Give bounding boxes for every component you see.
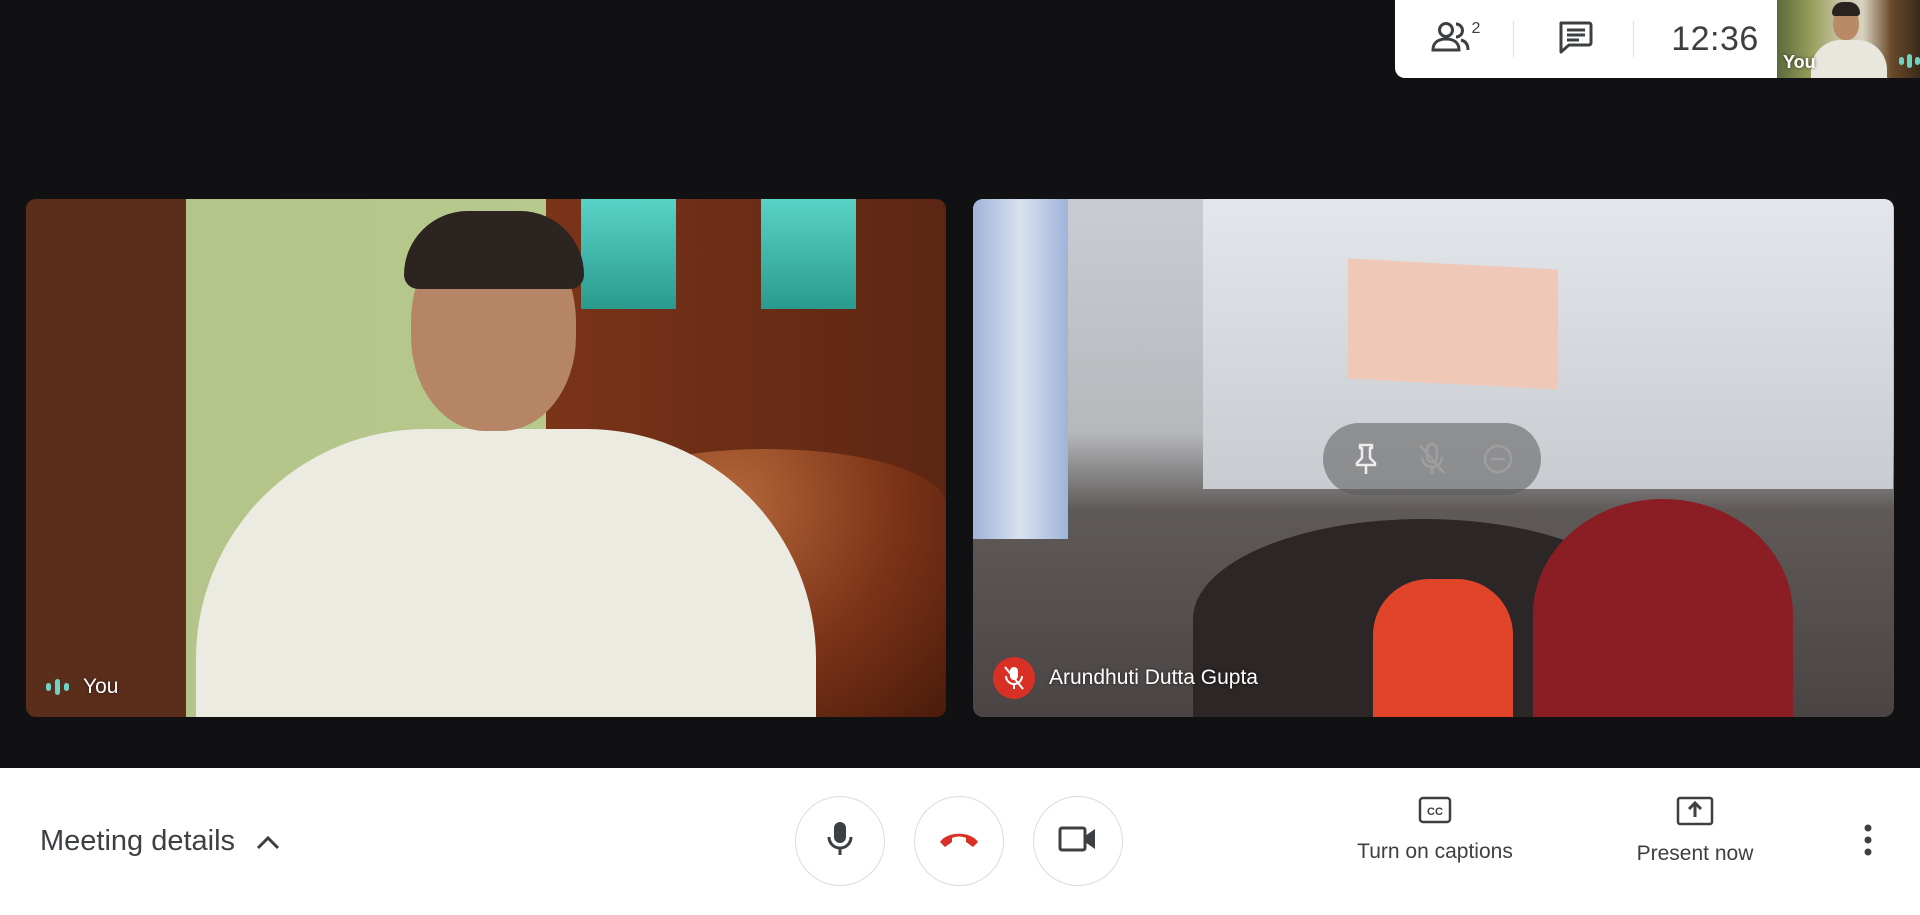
present-now-button[interactable]: Present now bbox=[1620, 796, 1770, 886]
leave-call-button[interactable] bbox=[914, 796, 1004, 886]
speaking-indicator-icon bbox=[46, 679, 69, 695]
background-window bbox=[761, 199, 856, 309]
more-options-button[interactable] bbox=[1853, 812, 1883, 872]
self-view-label: You bbox=[1783, 52, 1816, 72]
meeting-info-bar: 2 12:36 bbox=[1395, 0, 1777, 78]
mic-off-icon bbox=[993, 657, 1035, 699]
meeting-details-button[interactable]: Meeting details bbox=[40, 768, 281, 915]
background-people bbox=[1533, 499, 1793, 717]
video-tile-self[interactable]: You bbox=[26, 199, 946, 717]
participant-hair bbox=[404, 211, 584, 289]
chevron-up-icon bbox=[255, 825, 281, 858]
meeting-details-label: Meeting details bbox=[40, 825, 236, 857]
self-thumbnail-hair bbox=[1832, 2, 1860, 16]
speaking-indicator-icon bbox=[1899, 54, 1920, 68]
participants-button[interactable]: 2 bbox=[1425, 0, 1485, 78]
tile-name: You bbox=[83, 675, 119, 698]
meeting-clock: 12:36 bbox=[1671, 19, 1759, 58]
background-people bbox=[1373, 579, 1513, 717]
svg-text:CC: CC bbox=[1427, 806, 1443, 818]
more-vert-icon bbox=[1863, 823, 1873, 862]
microphone-button[interactable] bbox=[795, 796, 885, 886]
self-view-thumbnail[interactable]: You bbox=[1777, 0, 1920, 78]
chat-icon bbox=[1557, 20, 1593, 59]
people-icon bbox=[1431, 20, 1471, 59]
camera-icon bbox=[1058, 825, 1098, 858]
participants-count: 2 bbox=[1471, 20, 1481, 37]
self-thumbnail-body bbox=[1811, 40, 1887, 78]
mic-icon bbox=[825, 820, 855, 863]
tile-name-chip: Arundhuti Dutta Gupta bbox=[993, 657, 1258, 699]
background-window bbox=[581, 199, 676, 309]
captions-label: Turn on captions bbox=[1357, 840, 1513, 863]
captions-icon: CC bbox=[1418, 796, 1452, 830]
present-label: Present now bbox=[1636, 842, 1754, 865]
bottom-control-bar: Meeting details CC Turn on captions Pres… bbox=[0, 768, 1920, 915]
camera-button[interactable] bbox=[1033, 796, 1123, 886]
present-icon bbox=[1676, 796, 1714, 832]
chat-button[interactable] bbox=[1545, 0, 1605, 78]
tile-name-chip: You bbox=[46, 675, 118, 699]
background-banner bbox=[1348, 258, 1558, 390]
hangup-icon bbox=[937, 829, 981, 854]
tile-hover-controls bbox=[1323, 423, 1541, 495]
mic-off-icon[interactable] bbox=[1407, 434, 1457, 484]
background-curtain bbox=[973, 199, 1068, 539]
tile-name: Arundhuti Dutta Gupta bbox=[1049, 666, 1258, 689]
divider bbox=[1633, 21, 1634, 57]
pin-icon[interactable] bbox=[1341, 434, 1391, 484]
captions-button[interactable]: CC Turn on captions bbox=[1340, 796, 1530, 886]
divider bbox=[1513, 21, 1514, 57]
video-tile-participant[interactable]: Arundhuti Dutta Gupta bbox=[973, 199, 1894, 717]
remove-icon[interactable] bbox=[1473, 434, 1523, 484]
